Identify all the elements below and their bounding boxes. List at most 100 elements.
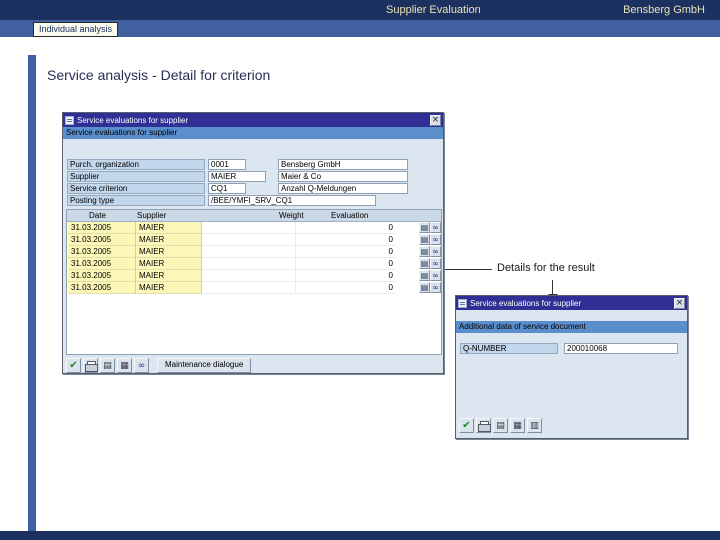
q-number-field[interactable]: 200010068	[564, 343, 678, 354]
close-x-glyph	[432, 115, 440, 125]
confirm-icon[interactable]	[459, 418, 474, 433]
service-criterion-label: Service criterion	[67, 183, 205, 194]
display-document-icon[interactable]	[419, 258, 430, 269]
supplier-text: Maier & Co	[278, 171, 408, 182]
cell-evaluation: 0	[296, 246, 396, 258]
main-dialog-title: Service evaluations for supplier	[77, 115, 189, 125]
confirm-icon[interactable]	[66, 358, 81, 373]
display-details-icon[interactable]	[430, 258, 441, 269]
posting-type-field[interactable]: /BEE/YMFI_SRV_CQ1	[208, 195, 376, 206]
cell-evaluation: 0	[296, 258, 396, 270]
column-evaluation: Evaluation	[331, 211, 369, 220]
table-header: Date Supplier Weight Evaluation	[67, 210, 441, 222]
cell-evaluation: 0	[296, 270, 396, 282]
purch-org-text: Bensberg GmbH	[278, 159, 408, 170]
service-criterion-text: Anzahl Q-Meldungen	[278, 183, 408, 194]
display-details-icon[interactable]	[430, 222, 441, 233]
cell-weight	[202, 258, 296, 270]
column-weight: Weight	[279, 211, 304, 220]
field-row: Q-NUMBER 200010068	[460, 343, 683, 354]
find-icon[interactable]	[134, 358, 149, 373]
cell-date: 31.03.2005	[68, 270, 136, 282]
window-icon	[458, 298, 467, 308]
row-actions	[419, 246, 441, 258]
tab-individual-analysis[interactable]: Individual analysis	[33, 22, 119, 37]
left-accent-stripe	[28, 55, 36, 531]
detail-section-header: Additional data of service document	[456, 321, 687, 333]
cell-evaluation: 0	[296, 282, 396, 294]
annotation-connector-line	[445, 269, 492, 270]
display-document-icon[interactable]	[419, 234, 430, 245]
service-criterion-field[interactable]: CQ1	[208, 183, 246, 194]
display-document-icon[interactable]	[419, 246, 430, 257]
row-actions	[419, 282, 441, 294]
field-row: Supplier MAIER Maier & Co	[67, 171, 439, 182]
table-row[interactable]: 31.03.2005 MAIER 0	[67, 234, 441, 246]
print-preview-icon[interactable]	[100, 358, 115, 373]
display-document-icon[interactable]	[419, 222, 430, 233]
maintenance-dialogue-button[interactable]: Maintenance dialogue	[157, 358, 252, 373]
detail-dialog: Service evaluations for supplier Additio…	[455, 295, 688, 439]
grid-icon[interactable]	[510, 418, 525, 433]
page-title: Service analysis - Detail for criterion	[47, 67, 271, 83]
cell-date: 31.03.2005	[68, 222, 136, 234]
grid-icon[interactable]	[117, 358, 132, 373]
company-name: Bensberg GmbH	[623, 4, 705, 16]
cell-supplier: MAIER	[136, 258, 202, 270]
close-icon[interactable]	[674, 297, 685, 309]
cell-weight	[202, 246, 296, 258]
cell-supplier: MAIER	[136, 234, 202, 246]
cell-date: 31.03.2005	[68, 282, 136, 294]
display-details-icon[interactable]	[430, 234, 441, 245]
cell-evaluation: 0	[296, 234, 396, 246]
page-icon[interactable]	[493, 418, 508, 433]
annotation-text: Details for the result	[497, 262, 595, 274]
close-icon[interactable]	[430, 114, 441, 126]
cell-date: 31.03.2005	[68, 246, 136, 258]
display-details-icon[interactable]	[430, 246, 441, 257]
field-row: Posting type /BEE/YMFI_SRV_CQ1	[67, 195, 439, 206]
table-row[interactable]: 31.03.2005 MAIER 0	[67, 270, 441, 282]
main-dialog-titlebar[interactable]: Service evaluations for supplier	[63, 113, 443, 127]
main-dialog-toolbar: Maintenance dialogue	[66, 358, 252, 373]
section-header: Service evaluations for supplier	[63, 127, 443, 139]
field-row: Service criterion CQ1 Anzahl Q-Meldungen	[67, 183, 439, 194]
window-icon	[65, 115, 74, 125]
supplier-field[interactable]: MAIER	[208, 171, 266, 182]
field-row: Purch. organization 0001 Bensberg GmbH	[67, 159, 439, 170]
cell-weight	[202, 270, 296, 282]
table-row[interactable]: 31.03.2005 MAIER 0	[67, 246, 441, 258]
slide-header-title: Supplier Evaluation	[386, 4, 481, 16]
cell-evaluation: 0	[296, 222, 396, 234]
cell-supplier: MAIER	[136, 282, 202, 294]
detail-dialog-toolbar	[459, 418, 542, 433]
display-details-icon[interactable]	[430, 282, 441, 293]
display-document-icon[interactable]	[419, 270, 430, 281]
row-actions	[419, 234, 441, 246]
main-dialog: Service evaluations for supplier Service…	[62, 112, 444, 374]
print-icon[interactable]	[83, 358, 98, 373]
display-details-icon[interactable]	[430, 270, 441, 281]
table-row[interactable]: 31.03.2005 MAIER 0	[67, 222, 441, 234]
slide-footer-bar	[0, 531, 720, 540]
evaluation-table: Date Supplier Weight Evaluation 31.03.20…	[66, 209, 442, 355]
annotation-arrow-line	[552, 280, 553, 294]
posting-type-label: Posting type	[67, 195, 205, 206]
column-date: Date	[89, 211, 106, 220]
purch-org-field[interactable]: 0001	[208, 159, 246, 170]
print-icon[interactable]	[476, 418, 491, 433]
row-actions	[419, 222, 441, 234]
grid2-icon[interactable]	[527, 418, 542, 433]
detail-dialog-titlebar[interactable]: Service evaluations for supplier	[456, 296, 687, 310]
slide-header-bar: Supplier Evaluation Bensberg GmbH	[0, 0, 720, 20]
cell-supplier: MAIER	[136, 246, 202, 258]
q-number-label: Q-NUMBER	[460, 343, 558, 354]
cell-date: 31.03.2005	[68, 258, 136, 270]
purch-org-label: Purch. organization	[67, 159, 205, 170]
table-row[interactable]: 31.03.2005 MAIER 0	[67, 282, 441, 294]
display-document-icon[interactable]	[419, 282, 430, 293]
supplier-label: Supplier	[67, 171, 205, 182]
column-supplier: Supplier	[137, 211, 167, 220]
cell-weight	[202, 282, 296, 294]
table-row[interactable]: 31.03.2005 MAIER 0	[67, 258, 441, 270]
